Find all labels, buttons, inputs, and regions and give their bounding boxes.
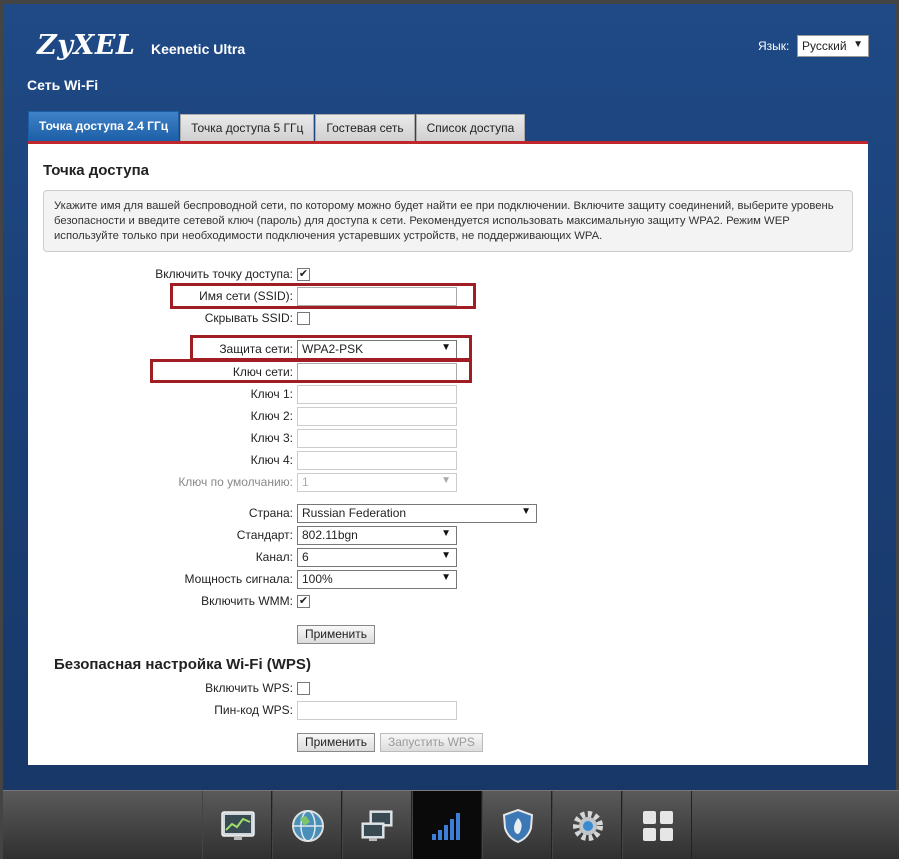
wps-enable-label: Включить WPS: [205,681,293,695]
hide-ssid-checkbox[interactable] [297,312,310,325]
ssid-highlight [170,283,476,309]
key4-input[interactable] [297,451,457,470]
hide-ssid-label: Скрывать SSID: [204,311,293,325]
wps-enable-row: Включить WPS: [28,679,868,699]
apply-button[interactable]: Применить [297,625,376,644]
tab-guest-network[interactable]: Гостевая сеть [315,114,415,142]
check-icon: ✔ [298,268,309,280]
page-title: Сеть Wi-Fi [27,77,99,93]
security-highlight [190,335,472,361]
key2-label: Ключ 2: [250,409,293,423]
enable-ap-checkbox[interactable]: ✔ [297,268,310,281]
channel-label: Канал: [255,550,293,564]
dock-item-apps[interactable] [622,791,692,859]
key3-label: Ключ 3: [250,431,293,445]
country-row: Страна: Russian Federation ▼ [28,504,868,524]
key4-row: Ключ 4: [28,451,868,471]
check-icon: ✔ [298,595,309,607]
chevron-down-icon: ▼ [441,572,451,583]
wps-pin-input[interactable] [297,701,457,720]
default-key-label: Ключ по умолчанию: [178,475,293,489]
apps-grid-icon [643,811,673,841]
bottom-dock [3,790,899,859]
access-point-heading: Точка доступа [43,162,150,179]
channel-row: Канал: 6 ▼ [28,548,868,568]
chevron-down-icon: ▼ [441,528,451,539]
language-value: Русский [802,39,847,53]
router-admin-window: ZyXEL Keenetic Ultra Язык: Русский ▼ Сет… [0,0,899,859]
standard-select[interactable]: 802.11bgn ▼ [297,526,457,545]
network-computers-icon [361,810,393,841]
hide-ssid-row: Скрывать SSID: [28,309,868,329]
start-wps-button[interactable]: Запустить WPS [380,733,483,752]
key1-input[interactable] [297,385,457,404]
wps-apply-button[interactable]: Применить [297,733,376,752]
key2-input[interactable] [297,407,457,426]
dock-item-home-network[interactable] [342,791,412,859]
wps-enable-checkbox[interactable] [297,682,310,695]
standard-value: 802.11bgn [302,528,358,542]
enable-ap-label: Включить точку доступа: [155,267,293,281]
default-key-row: Ключ по умолчанию: 1 ▼ [28,473,868,493]
key2-row: Ключ 2: [28,407,868,427]
network-key-highlight [150,359,472,383]
country-select[interactable]: Russian Federation ▼ [297,504,537,523]
dock-item-wifi[interactable] [412,791,482,859]
wmm-label: Включить WMM: [201,594,293,608]
power-value: 100% [302,572,333,586]
wmm-row: Включить WMM: ✔ [28,592,868,612]
tab-access-list[interactable]: Список доступа [415,114,526,142]
country-value: Russian Federation [302,506,407,520]
channel-value: 6 [302,550,309,564]
tab-access-point-2-4ghz[interactable]: Точка доступа 2.4 ГГц [28,111,180,141]
dock-item-system[interactable] [552,791,622,859]
info-box: Укажите имя для вашей беспроводной сети,… [43,190,853,252]
wps-heading: Безопасная настройка Wi-Fi (WPS) [54,656,311,673]
dock-item-security[interactable] [482,791,552,859]
power-label: Мощность сигнала: [184,572,293,586]
dock-item-internet[interactable] [272,791,342,859]
default-key-value: 1 [302,475,309,489]
chevron-down-icon: ▼ [521,506,531,517]
gear-icon [573,811,603,841]
key3-input[interactable] [297,429,457,448]
key4-label: Ключ 4: [250,453,293,467]
language-label: Язык: [758,39,790,53]
chevron-down-icon: ▼ [853,39,863,50]
dock-item-monitor[interactable] [202,791,272,859]
power-select[interactable]: 100% ▼ [297,570,457,589]
standard-row: Стандарт: 802.11bgn ▼ [28,526,868,546]
settings-panel: Точка доступа Укажите имя для вашей бесп… [28,141,868,765]
shield-icon [502,808,534,844]
key1-row: Ключ 1: [28,385,868,405]
wps-pin-label: Пин-код WPS: [214,703,293,717]
enable-ap-row: Включить точку доступа: ✔ [28,265,868,285]
key3-row: Ключ 3: [28,429,868,449]
tab-access-point-5ghz[interactable]: Точка доступа 5 ГГц [180,114,315,142]
monitor-chart-icon [221,811,255,840]
product-name: Keenetic Ultra [151,41,246,57]
zyxel-logo: ZyXEL [37,30,136,61]
key1-label: Ключ 1: [250,387,293,401]
country-label: Страна: [248,506,293,520]
wps-pin-row: Пин-код WPS: [28,701,868,721]
default-key-select[interactable]: 1 ▼ [297,473,457,492]
chevron-down-icon: ▼ [441,550,451,561]
language-select[interactable]: Русский ▼ [797,35,869,57]
tab-bar: Точка доступа 2.4 ГГц Точка доступа 5 ГГ… [28,111,526,142]
chevron-down-icon: ▼ [441,475,451,486]
wifi-signal-bars-icon [432,813,460,840]
wmm-checkbox[interactable]: ✔ [297,595,310,608]
standard-label: Стандарт: [236,528,293,542]
globe-icon [292,810,324,842]
power-row: Мощность сигнала: 100% ▼ [28,570,868,590]
channel-select[interactable]: 6 ▼ [297,548,457,567]
